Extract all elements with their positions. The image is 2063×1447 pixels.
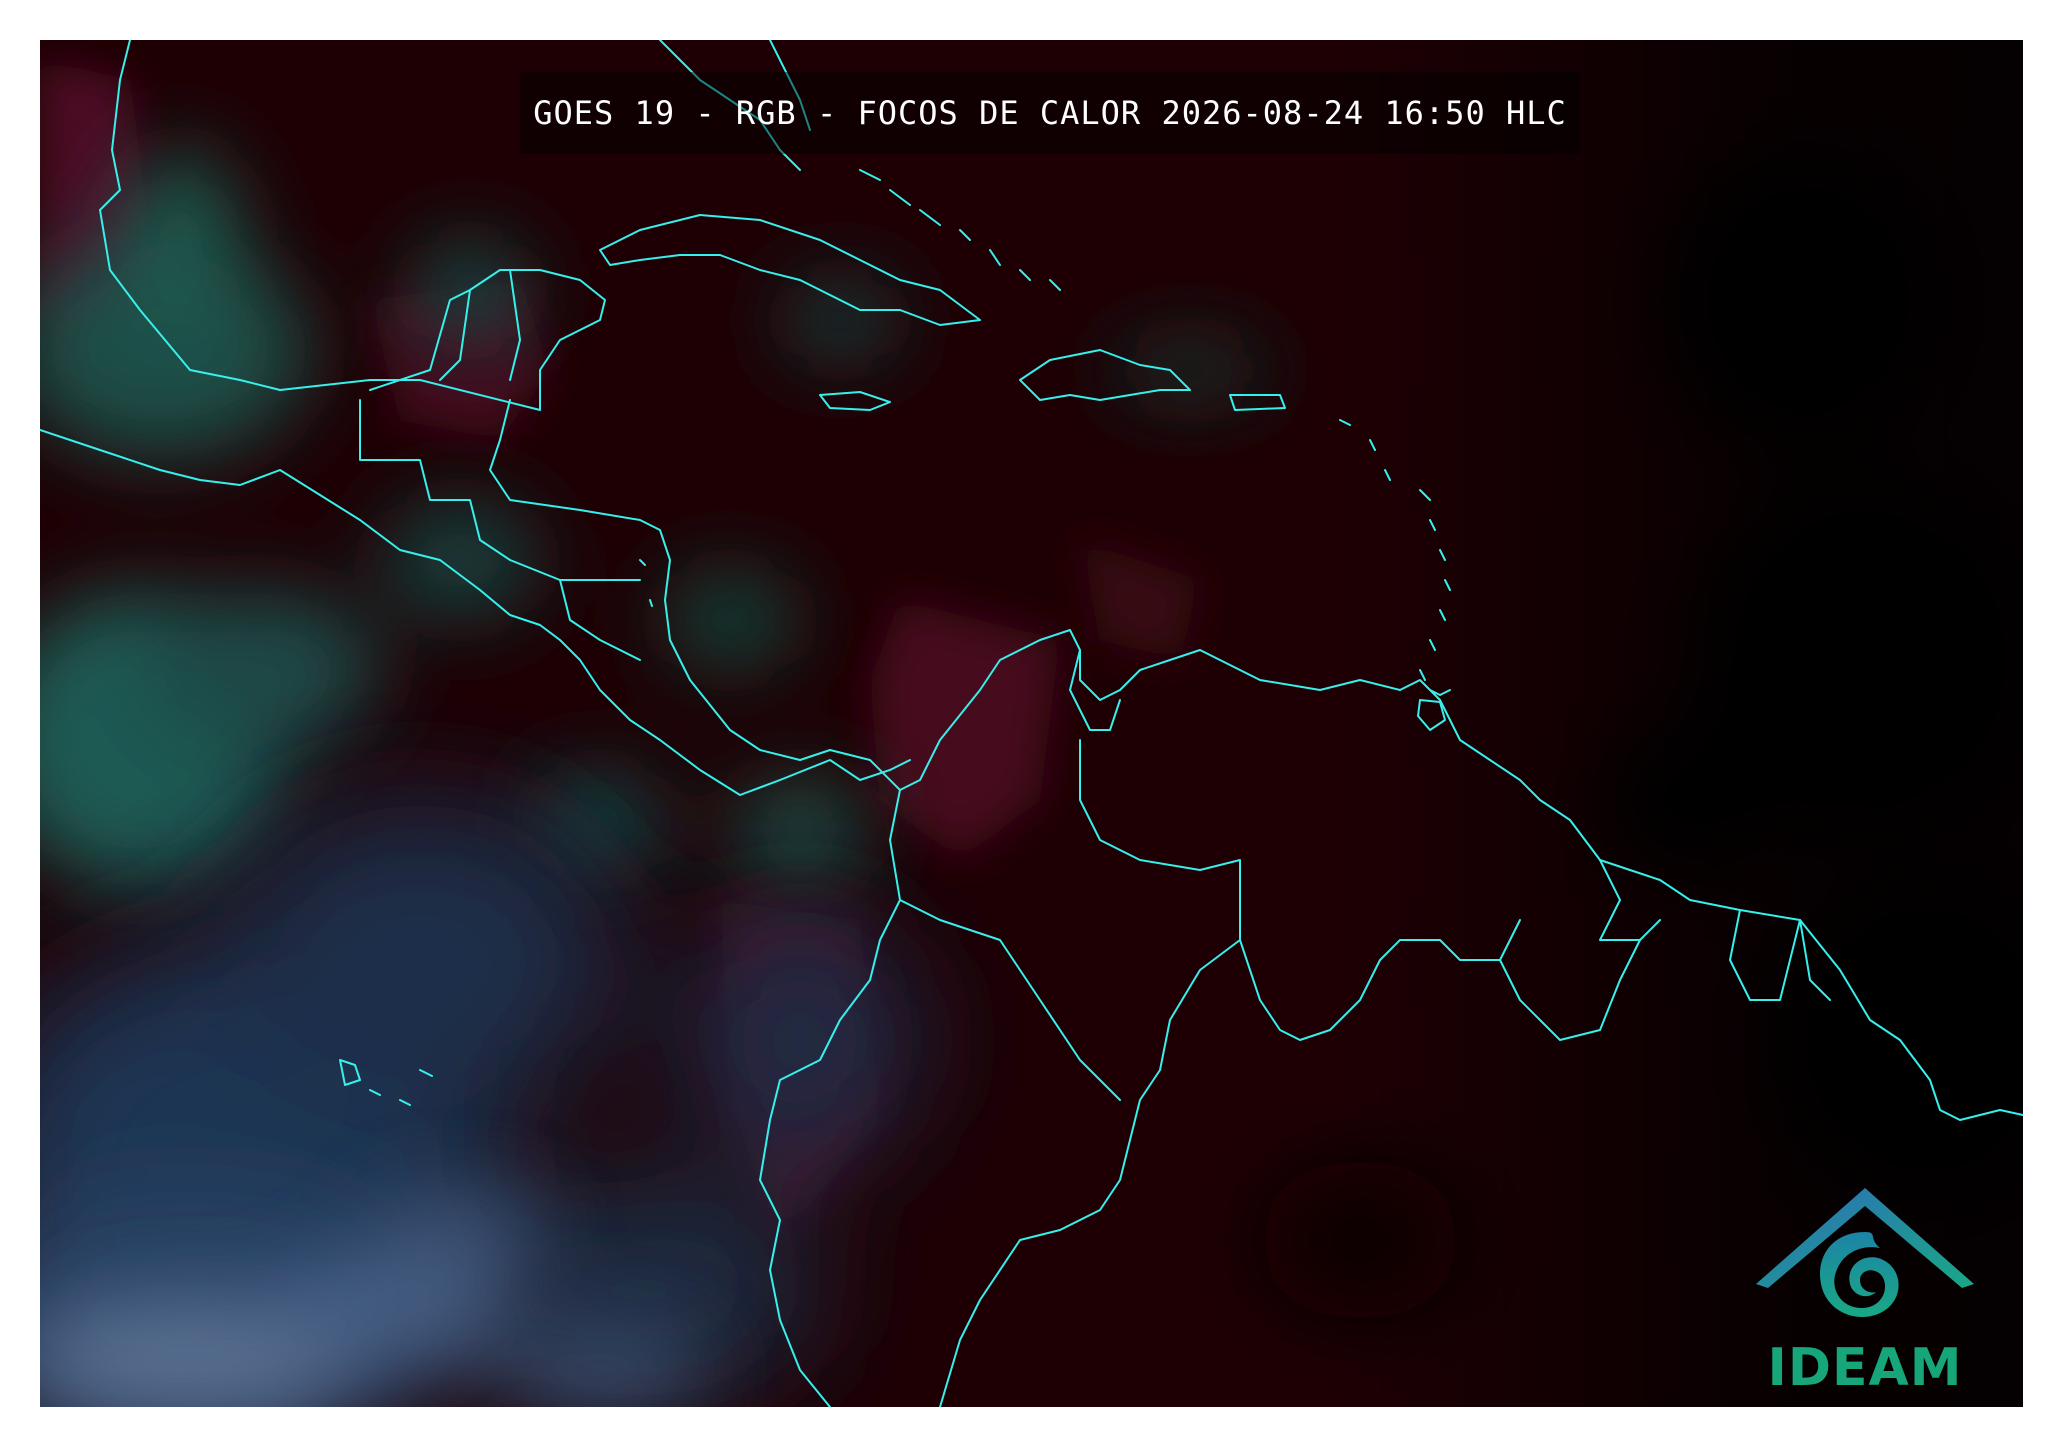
map-title-box: GOES 19 - RGB - FOCOS DE CALOR 2026-08-2… (520, 72, 1580, 154)
ideam-logo-icon (1756, 1188, 1974, 1318)
satellite-map: GOES 19 - RGB - FOCOS DE CALOR 2026-08-2… (40, 40, 2023, 1407)
ideam-logo-text: IDEAM (1767, 1338, 1963, 1398)
ideam-logo: IDEAM (1750, 1180, 1980, 1398)
map-title: GOES 19 - RGB - FOCOS DE CALOR 2026-08-2… (533, 94, 1567, 132)
satellite-image (40, 40, 2023, 1407)
